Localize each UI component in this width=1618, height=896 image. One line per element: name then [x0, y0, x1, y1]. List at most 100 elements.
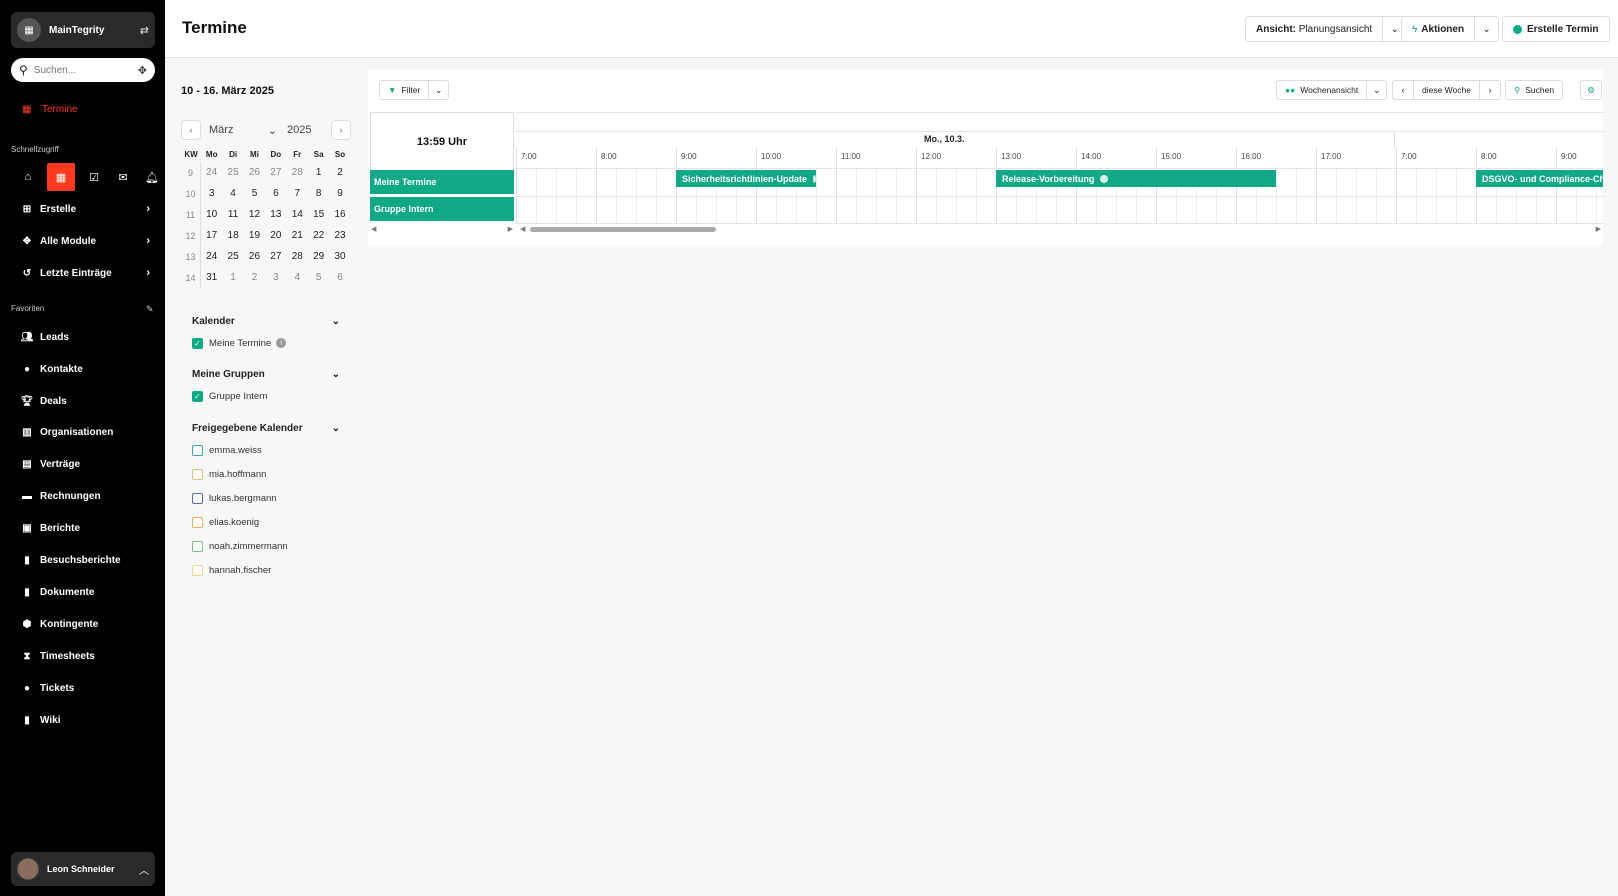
sidebar-item-erstelle[interactable]: ⊞ Erstelle › [20, 203, 150, 215]
scroll-right-icon[interactable]: ▶ [1596, 225, 1601, 233]
resource-row-gruppe-intern[interactable]: Gruppe Intern [370, 197, 514, 221]
chevron-down-icon[interactable]: ⌄ [1366, 81, 1386, 99]
shared-calendar-item[interactable]: mia.hoffmann [192, 462, 340, 486]
bell-icon[interactable]: 🔔︎ [142, 167, 162, 187]
day-cell[interactable]: 22 [308, 225, 329, 246]
week-number[interactable]: 14 [181, 267, 201, 288]
day-cell[interactable]: 28 [287, 162, 308, 183]
day-cell[interactable]: 12 [244, 204, 265, 225]
day-cell[interactable]: 14 [287, 204, 308, 225]
scrollbar-thumb[interactable] [530, 227, 716, 232]
sidebar-item-rechnungen[interactable]: ▬ Rechnungen [20, 491, 150, 502]
sidebar-item-kontakte[interactable]: ● Kontakte [20, 364, 150, 375]
create-appointment-button[interactable]: Erstelle Termin [1502, 16, 1610, 42]
chevron-down-icon[interactable]: ⌄ [332, 369, 340, 380]
timeline-grid[interactable]: Mo., 10.3. Sicherheitsrichtlinien-Update… [516, 112, 1603, 232]
sidebar-item-leads[interactable]: 👥︎ Leads [20, 332, 150, 343]
prev-month-button[interactable]: ‹ [181, 120, 201, 140]
day-cell[interactable]: 3 [265, 267, 286, 288]
day-cell[interactable]: 26 [244, 246, 265, 267]
mail-icon[interactable]: ✉ [113, 167, 133, 187]
shared-calendar-item[interactable]: hannah.fischer [192, 558, 340, 582]
day-cell[interactable]: 4 [222, 183, 243, 204]
day-cell[interactable]: 29 [308, 246, 329, 267]
home-icon[interactable]: ⌂ [18, 167, 38, 187]
search-input[interactable] [33, 64, 114, 76]
shared-calendar-item[interactable]: noah.zimmermann [192, 534, 340, 558]
day-cell[interactable]: 20 [265, 225, 286, 246]
day-cell[interactable]: 7 [287, 183, 308, 204]
sidebar-search[interactable]: ⚲ ✥ [11, 58, 155, 82]
sidebar-item-organisationen[interactable]: ▥ Organisationen [20, 427, 150, 438]
day-cell[interactable]: 27 [265, 246, 286, 267]
day-cell[interactable]: 3 [201, 183, 222, 204]
day-cell[interactable]: 1 [222, 267, 243, 288]
sidebar-item-wiki[interactable]: ▮ Wiki [20, 715, 150, 726]
view-select[interactable]: Ansicht: Planungsansicht ⌄ [1245, 16, 1408, 42]
event-sicherheitsrichtlinien[interactable]: Sicherheitsrichtlinien-Update [676, 170, 816, 187]
resource-scrollbar[interactable]: ◀ ▶ [370, 225, 514, 233]
section-header[interactable]: Freigegebene Kalender ⌄ [192, 421, 340, 435]
checkbox[interactable] [192, 444, 203, 456]
checkbox[interactable] [192, 564, 203, 576]
this-week-button[interactable]: diese Woche [1413, 81, 1480, 99]
settings-button[interactable]: ⚙ [1580, 80, 1602, 100]
day-cell[interactable]: 21 [287, 225, 308, 246]
task-icon[interactable]: ☑ [84, 167, 104, 187]
shared-calendar-item[interactable]: lukas.bergmann [192, 486, 340, 510]
day-cell[interactable]: 1 [308, 162, 329, 183]
day-cell[interactable]: 31 [201, 267, 222, 288]
checkbox[interactable] [192, 468, 203, 480]
pencil-icon[interactable]: ✎ [146, 304, 154, 315]
section-header[interactable]: Meine Gruppen ⌄ [192, 367, 340, 381]
day-cell[interactable]: 23 [329, 225, 350, 246]
section-header[interactable]: Kalender ⌄ [192, 314, 340, 328]
sidebar-item-deals[interactable]: 🏆︎ Deals [20, 396, 150, 407]
scroll-right-icon[interactable]: ▶ [508, 225, 513, 233]
sidebar-item-termine[interactable]: ▦ Termine [22, 104, 78, 115]
month-select[interactable]: März ⌄ [209, 124, 277, 137]
day-cell[interactable]: 19 [244, 225, 265, 246]
year-value[interactable]: 2025 [287, 124, 331, 136]
calendar-item[interactable]: ✓ Meine Termine i [192, 331, 340, 355]
timeline-scrollbar[interactable]: ◀ ▶ [516, 225, 1603, 233]
day-cell[interactable]: 6 [265, 183, 286, 204]
chevron-down-icon[interactable]: ⌄ [1474, 17, 1498, 41]
sidebar-item-tickets[interactable]: ● Tickets [20, 683, 150, 694]
user-menu[interactable]: Leon Schneider ︿ [11, 852, 155, 886]
chevron-down-icon[interactable]: ⌄ [332, 316, 340, 327]
chevron-up-icon[interactable]: ︿ [139, 862, 149, 877]
org-switcher[interactable]: ▦ MainTegrity ⇄ [11, 12, 155, 48]
day-cell[interactable]: 26 [244, 162, 265, 183]
day-cell[interactable]: 5 [244, 183, 265, 204]
day-cell[interactable]: 28 [287, 246, 308, 267]
sidebar-item-vertraege[interactable]: ▤ Verträge [20, 459, 150, 470]
filter-button[interactable]: ▼ Filter ⌄ [379, 80, 450, 100]
day-cell[interactable]: 24 [201, 246, 222, 267]
checkbox[interactable]: ✓ [192, 390, 203, 402]
sidebar-item-besuchsberichte[interactable]: ▮ Besuchsberichte [20, 555, 150, 566]
swap-icon[interactable]: ⇄ [140, 24, 149, 37]
day-cell[interactable]: 16 [329, 204, 350, 225]
day-cell[interactable]: 24 [201, 162, 222, 183]
day-cell[interactable]: 17 [201, 225, 222, 246]
sidebar-item-dokumente[interactable]: ▮ Dokumente [20, 587, 150, 598]
day-cell[interactable]: 25 [222, 246, 243, 267]
day-cell[interactable]: 30 [329, 246, 350, 267]
sidebar-item-timesheets[interactable]: ⧗ Timesheets [20, 651, 150, 662]
day-cell[interactable]: 11 [222, 204, 243, 225]
checkbox[interactable]: ✓ [192, 337, 203, 349]
group-item[interactable]: ✓ Gruppe Intern [192, 384, 340, 408]
next-month-button[interactable]: › [331, 120, 351, 140]
sidebar-item-letzte-eintraege[interactable]: ↺ Letzte Einträge › [20, 267, 150, 279]
day-cell[interactable]: 8 [308, 183, 329, 204]
actions-button[interactable]: ϟ Aktionen ⌄ [1401, 16, 1500, 42]
week-number[interactable]: 13 [181, 246, 201, 267]
day-cell[interactable]: 6 [329, 267, 350, 288]
prev-week-button[interactable]: ‹ [1393, 81, 1413, 99]
day-cell[interactable]: 13 [265, 204, 286, 225]
scroll-left-icon[interactable]: ◀ [371, 225, 376, 233]
week-number[interactable]: 12 [181, 225, 201, 246]
puzzle-icon[interactable]: ✥ [138, 64, 147, 77]
day-cell[interactable]: 2 [244, 267, 265, 288]
